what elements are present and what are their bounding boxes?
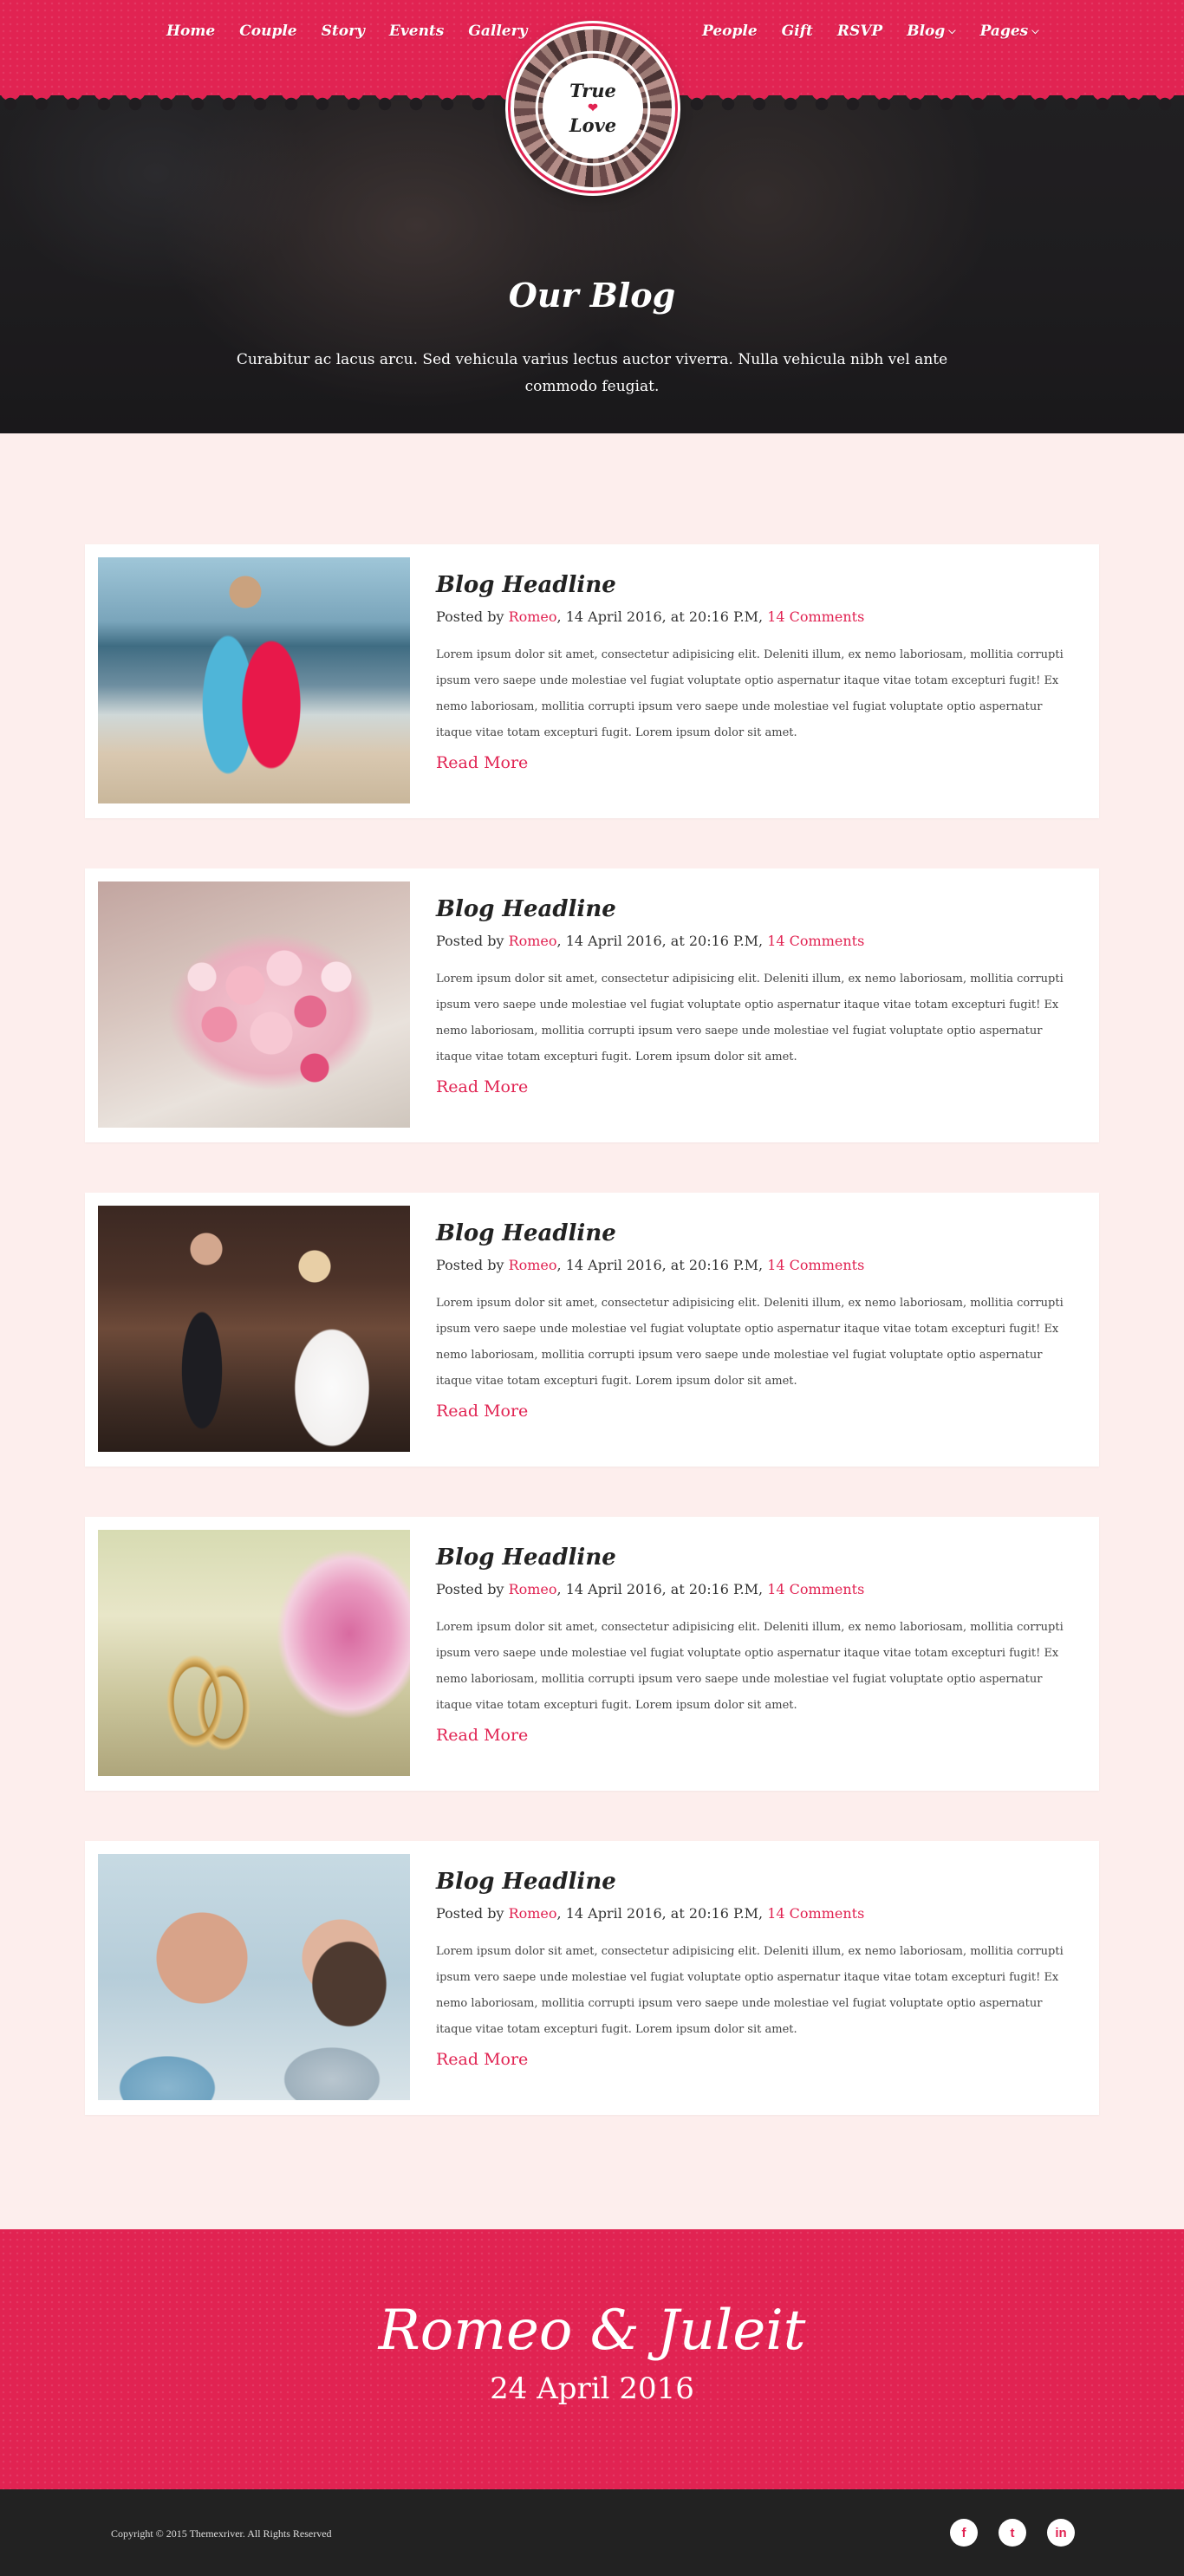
linkedin-icon[interactable]: in (1047, 2519, 1075, 2547)
author-link[interactable]: Romeo (509, 1581, 557, 1597)
post-body: Blog Headline Posted by Romeo, 14 April … (436, 572, 1077, 772)
post-body: Blog Headline Posted by Romeo, 14 April … (436, 1220, 1077, 1421)
meta-prefix: Posted by (436, 1257, 504, 1273)
author-link[interactable]: Romeo (509, 608, 557, 625)
post-date: , 14 April 2016, at 20:16 P.M, (556, 1257, 764, 1273)
wedding-names-banner: Romeo & Juleit 24 April 2016 (0, 2229, 1184, 2489)
post-title[interactable]: Blog Headline (436, 896, 1077, 922)
nav-people[interactable]: People (702, 23, 758, 40)
wedding-date: 24 April 2016 (490, 2371, 694, 2406)
nav-gift[interactable]: Gift (782, 23, 813, 40)
post-excerpt: Lorem ipsum dolor sit amet, consectetur … (436, 1621, 1064, 1712)
heart-icon: ❤ (588, 101, 598, 115)
site-logo[interactable]: True ❤ Love (511, 26, 675, 191)
nav-blog[interactable]: Blog ⌵ (907, 23, 955, 40)
meta-prefix: Posted by (436, 933, 504, 949)
post-excerpt: Lorem ipsum dolor sit amet, consectetur … (436, 1945, 1064, 2036)
blog-post: Blog Headline Posted by Romeo, 14 April … (85, 1193, 1099, 1467)
author-link[interactable]: Romeo (509, 933, 557, 949)
post-image[interactable] (98, 1206, 410, 1452)
comments-link[interactable]: 14 Comments (767, 1581, 864, 1597)
chevron-down-icon: ⌵ (948, 25, 956, 36)
nav-rsvp-label: RSVP (836, 23, 883, 40)
post-body: Blog Headline Posted by Romeo, 14 April … (436, 1545, 1077, 1745)
post-excerpt: Lorem ipsum dolor sit amet, consectetur … (436, 973, 1064, 1064)
nav-blog-label: Blog (907, 23, 946, 40)
social-links: f t in (950, 2519, 1075, 2547)
page-title: Our Blog (508, 276, 676, 315)
chevron-down-icon: ⌵ (1031, 25, 1039, 36)
comments-link[interactable]: 14 Comments (767, 1905, 864, 1922)
couple-names: Romeo & Juleit (378, 2299, 806, 2363)
post-date: , 14 April 2016, at 20:16 P.M, (556, 1581, 764, 1597)
post-title[interactable]: Blog Headline (436, 1220, 1077, 1246)
post-date: , 14 April 2016, at 20:16 P.M, (556, 608, 764, 625)
copyright-text: Copyright © 2015 Themexriver. All Rights… (111, 2527, 332, 2540)
post-image[interactable] (98, 1854, 410, 2100)
comments-link[interactable]: 14 Comments (767, 1257, 864, 1273)
nav-events[interactable]: Events (389, 23, 444, 40)
post-date: , 14 April 2016, at 20:16 P.M, (556, 933, 764, 949)
logo-text-true: True (569, 79, 616, 101)
post-image[interactable] (98, 881, 410, 1128)
author-link[interactable]: Romeo (509, 1905, 557, 1922)
post-body: Blog Headline Posted by Romeo, 14 April … (436, 1869, 1077, 2069)
nav-gift-label: Gift (781, 23, 813, 40)
page-subtitle: Curabitur ac lacus arcu. Sed vehicula va… (236, 351, 948, 395)
post-body: Blog Headline Posted by Romeo, 14 April … (436, 896, 1077, 1096)
primary-nav-right: People Gift RSVP Blog ⌵ Pages ⌵ (702, 23, 1064, 40)
logo-badge: True ❤ Love (543, 58, 643, 159)
meta-prefix: Posted by (436, 608, 504, 625)
post-image[interactable] (98, 1530, 410, 1776)
hero-banner: Home Couple Story Events Gallery People … (0, 0, 1184, 433)
read-more-link[interactable]: Read More (436, 1402, 528, 1421)
nav-gallery[interactable]: Gallery (468, 23, 527, 40)
blog-post-list: Blog Headline Posted by Romeo, 14 April … (85, 544, 1099, 2165)
post-date: , 14 April 2016, at 20:16 P.M, (556, 1905, 764, 1922)
comments-link[interactable]: 14 Comments (767, 933, 864, 949)
post-meta: Posted by Romeo, 14 April 2016, at 20:16… (436, 608, 1077, 625)
site-footer: Copyright © 2015 Themexriver. All Rights… (0, 2489, 1184, 2576)
nav-pages-label: Pages (979, 23, 1029, 40)
blog-post: Blog Headline Posted by Romeo, 14 April … (85, 1841, 1099, 2115)
twitter-icon[interactable]: t (999, 2519, 1026, 2547)
meta-prefix: Posted by (436, 1905, 504, 1922)
nav-people-label: People (702, 23, 758, 40)
facebook-icon[interactable]: f (950, 2519, 978, 2547)
post-meta: Posted by Romeo, 14 April 2016, at 20:16… (436, 1257, 1077, 1273)
post-meta: Posted by Romeo, 14 April 2016, at 20:16… (436, 933, 1077, 949)
nav-home[interactable]: Home (166, 23, 215, 40)
blog-post: Blog Headline Posted by Romeo, 14 April … (85, 544, 1099, 818)
post-excerpt: Lorem ipsum dolor sit amet, consectetur … (436, 648, 1064, 739)
author-link[interactable]: Romeo (509, 1257, 557, 1273)
post-title[interactable]: Blog Headline (436, 572, 1077, 598)
comments-link[interactable]: 14 Comments (767, 608, 864, 625)
nav-pages[interactable]: Pages ⌵ (980, 23, 1039, 40)
post-meta: Posted by Romeo, 14 April 2016, at 20:16… (436, 1581, 1077, 1597)
blog-post: Blog Headline Posted by Romeo, 14 April … (85, 1517, 1099, 1791)
post-excerpt: Lorem ipsum dolor sit amet, consectetur … (436, 1297, 1064, 1388)
read-more-link[interactable]: Read More (436, 2050, 528, 2069)
nav-rsvp[interactable]: RSVP (837, 23, 882, 40)
read-more-link[interactable]: Read More (436, 753, 528, 772)
post-title[interactable]: Blog Headline (436, 1869, 1077, 1895)
nav-story[interactable]: Story (322, 23, 365, 40)
logo-text-love: Love (569, 114, 617, 136)
blog-post: Blog Headline Posted by Romeo, 14 April … (85, 868, 1099, 1142)
primary-nav-left: Home Couple Story Events Gallery (166, 23, 551, 40)
post-image[interactable] (98, 557, 410, 803)
read-more-link[interactable]: Read More (436, 1726, 528, 1745)
post-meta: Posted by Romeo, 14 April 2016, at 20:16… (436, 1905, 1077, 1922)
read-more-link[interactable]: Read More (436, 1077, 528, 1096)
meta-prefix: Posted by (436, 1581, 504, 1597)
nav-couple[interactable]: Couple (239, 23, 296, 40)
post-title[interactable]: Blog Headline (436, 1545, 1077, 1571)
